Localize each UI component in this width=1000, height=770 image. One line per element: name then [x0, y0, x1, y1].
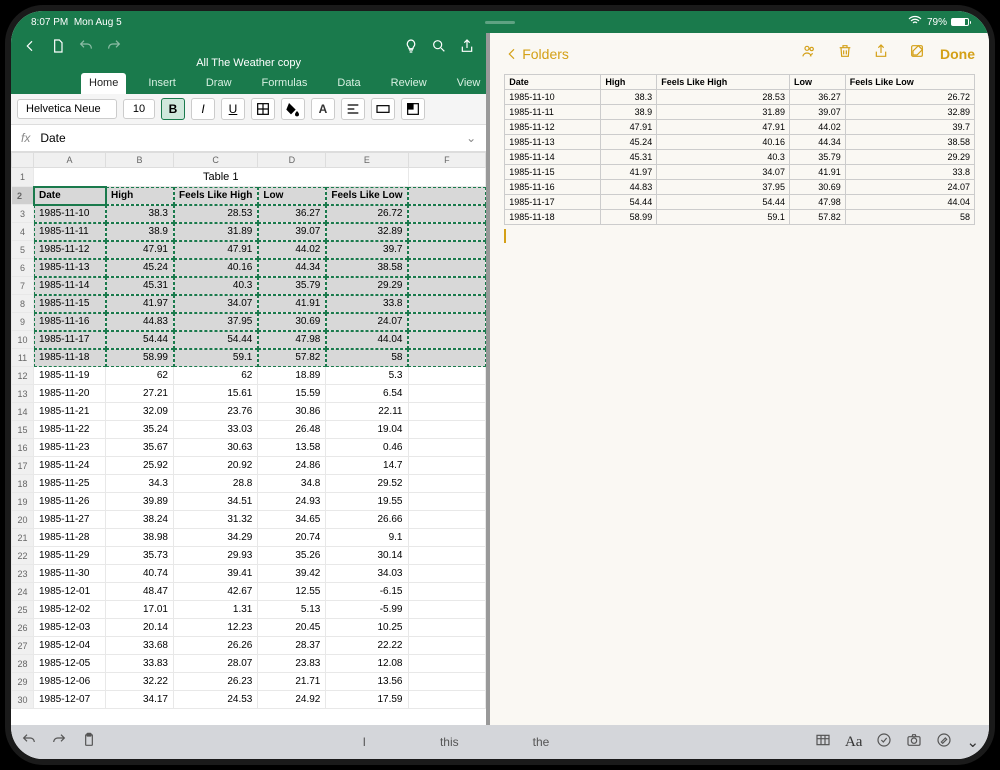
tab-review[interactable]: Review — [383, 73, 435, 94]
chevron-down-icon[interactable]: ⌄ — [466, 131, 476, 145]
tab-formulas[interactable]: Formulas — [254, 73, 316, 94]
document-title: All The Weather copy — [21, 55, 476, 73]
compose-icon[interactable] — [904, 43, 930, 64]
search-icon[interactable] — [430, 37, 448, 55]
kb-table-icon[interactable] — [815, 732, 831, 752]
suggestion-2[interactable]: this — [410, 735, 489, 749]
tab-home[interactable]: Home — [81, 73, 126, 94]
redo-icon[interactable] — [105, 37, 123, 55]
battery-icon — [951, 18, 969, 26]
tab-data[interactable]: Data — [329, 73, 368, 94]
status-time: 8:07 PM — [31, 17, 68, 28]
ribbon-tabs: HomeInsertDrawFormulasDataReviewView — [21, 73, 476, 94]
kb-undo-icon[interactable] — [21, 732, 37, 752]
formula-bar[interactable]: fx Date ⌄ — [11, 125, 486, 152]
done-button[interactable]: Done — [940, 46, 975, 62]
wifi-icon — [907, 13, 923, 32]
kb-checklist-icon[interactable] — [876, 732, 892, 752]
back-label: Folders — [522, 46, 569, 62]
kb-redo-icon[interactable] — [51, 732, 67, 752]
file-icon[interactable] — [49, 37, 67, 55]
suggestion-1[interactable]: I — [333, 735, 396, 749]
bold-button[interactable]: B — [161, 98, 185, 120]
merge-button[interactable] — [371, 98, 395, 120]
tab-insert[interactable]: Insert — [140, 73, 184, 94]
suggestion-3[interactable]: the — [503, 735, 580, 749]
back-icon[interactable] — [21, 37, 39, 55]
kb-camera-icon[interactable] — [906, 732, 922, 752]
screen: 8:07 PM Mon Aug 5 79% All The Weather co… — [11, 11, 989, 759]
split-view: All The Weather copy Home Insert Draw Formu… — [11, 33, 989, 725]
tab-draw[interactable]: Draw — [198, 73, 240, 94]
cell-style-button[interactable] — [401, 98, 425, 120]
excel-app: All The Weather copy Home Insert Draw Formu… — [11, 33, 490, 725]
text-cursor — [504, 229, 506, 243]
font-color-button[interactable]: A — [311, 98, 335, 120]
keyboard-bar: I this the Aa ⌄ — [11, 725, 989, 759]
italic-button[interactable]: I — [191, 98, 215, 120]
battery-pct: 79% — [927, 17, 947, 28]
back-button[interactable]: Folders — [504, 46, 569, 62]
collab-icon[interactable] — [796, 43, 822, 64]
ribbon: Helvetica Neue 10 B I U A — [11, 94, 486, 125]
undo-icon[interactable] — [77, 37, 95, 55]
kb-format-icon[interactable]: Aa — [845, 734, 863, 751]
notes-app: Folders Done DateHighFeels Like HighLowF… — [490, 33, 989, 725]
fill-color-button[interactable] — [281, 98, 305, 120]
kb-markup-icon[interactable] — [936, 732, 952, 752]
multitask-handle[interactable] — [485, 21, 515, 24]
borders-button[interactable] — [251, 98, 275, 120]
fx-label: fx — [21, 131, 30, 145]
status-date: Mon Aug 5 — [74, 17, 122, 28]
tab-view[interactable]: View — [449, 73, 489, 94]
pasted-table: DateHighFeels Like HighLowFeels Like Low… — [504, 74, 975, 225]
note-body[interactable]: DateHighFeels Like HighLowFeels Like Low… — [490, 74, 989, 725]
trash-icon[interactable] — [832, 43, 858, 64]
fx-value: Date — [40, 131, 456, 145]
share-icon[interactable] — [458, 37, 476, 55]
status-bar: 8:07 PM Mon Aug 5 79% — [11, 11, 989, 33]
ipad-frame: 8:07 PM Mon Aug 5 79% All The Weather co… — [5, 5, 995, 765]
lightbulb-icon[interactable] — [402, 37, 420, 55]
font-name-select[interactable]: Helvetica Neue — [17, 99, 117, 119]
underline-button[interactable]: U — [221, 98, 245, 120]
align-button[interactable] — [341, 98, 365, 120]
share-icon[interactable] — [868, 43, 894, 64]
font-size-select[interactable]: 10 — [123, 99, 155, 119]
kb-paste-icon[interactable] — [81, 732, 97, 752]
spreadsheet-grid[interactable]: ABCDEF1Table 12DateHighFeels Like HighLo… — [11, 152, 486, 725]
kb-collapse-icon[interactable]: ⌄ — [966, 733, 979, 751]
